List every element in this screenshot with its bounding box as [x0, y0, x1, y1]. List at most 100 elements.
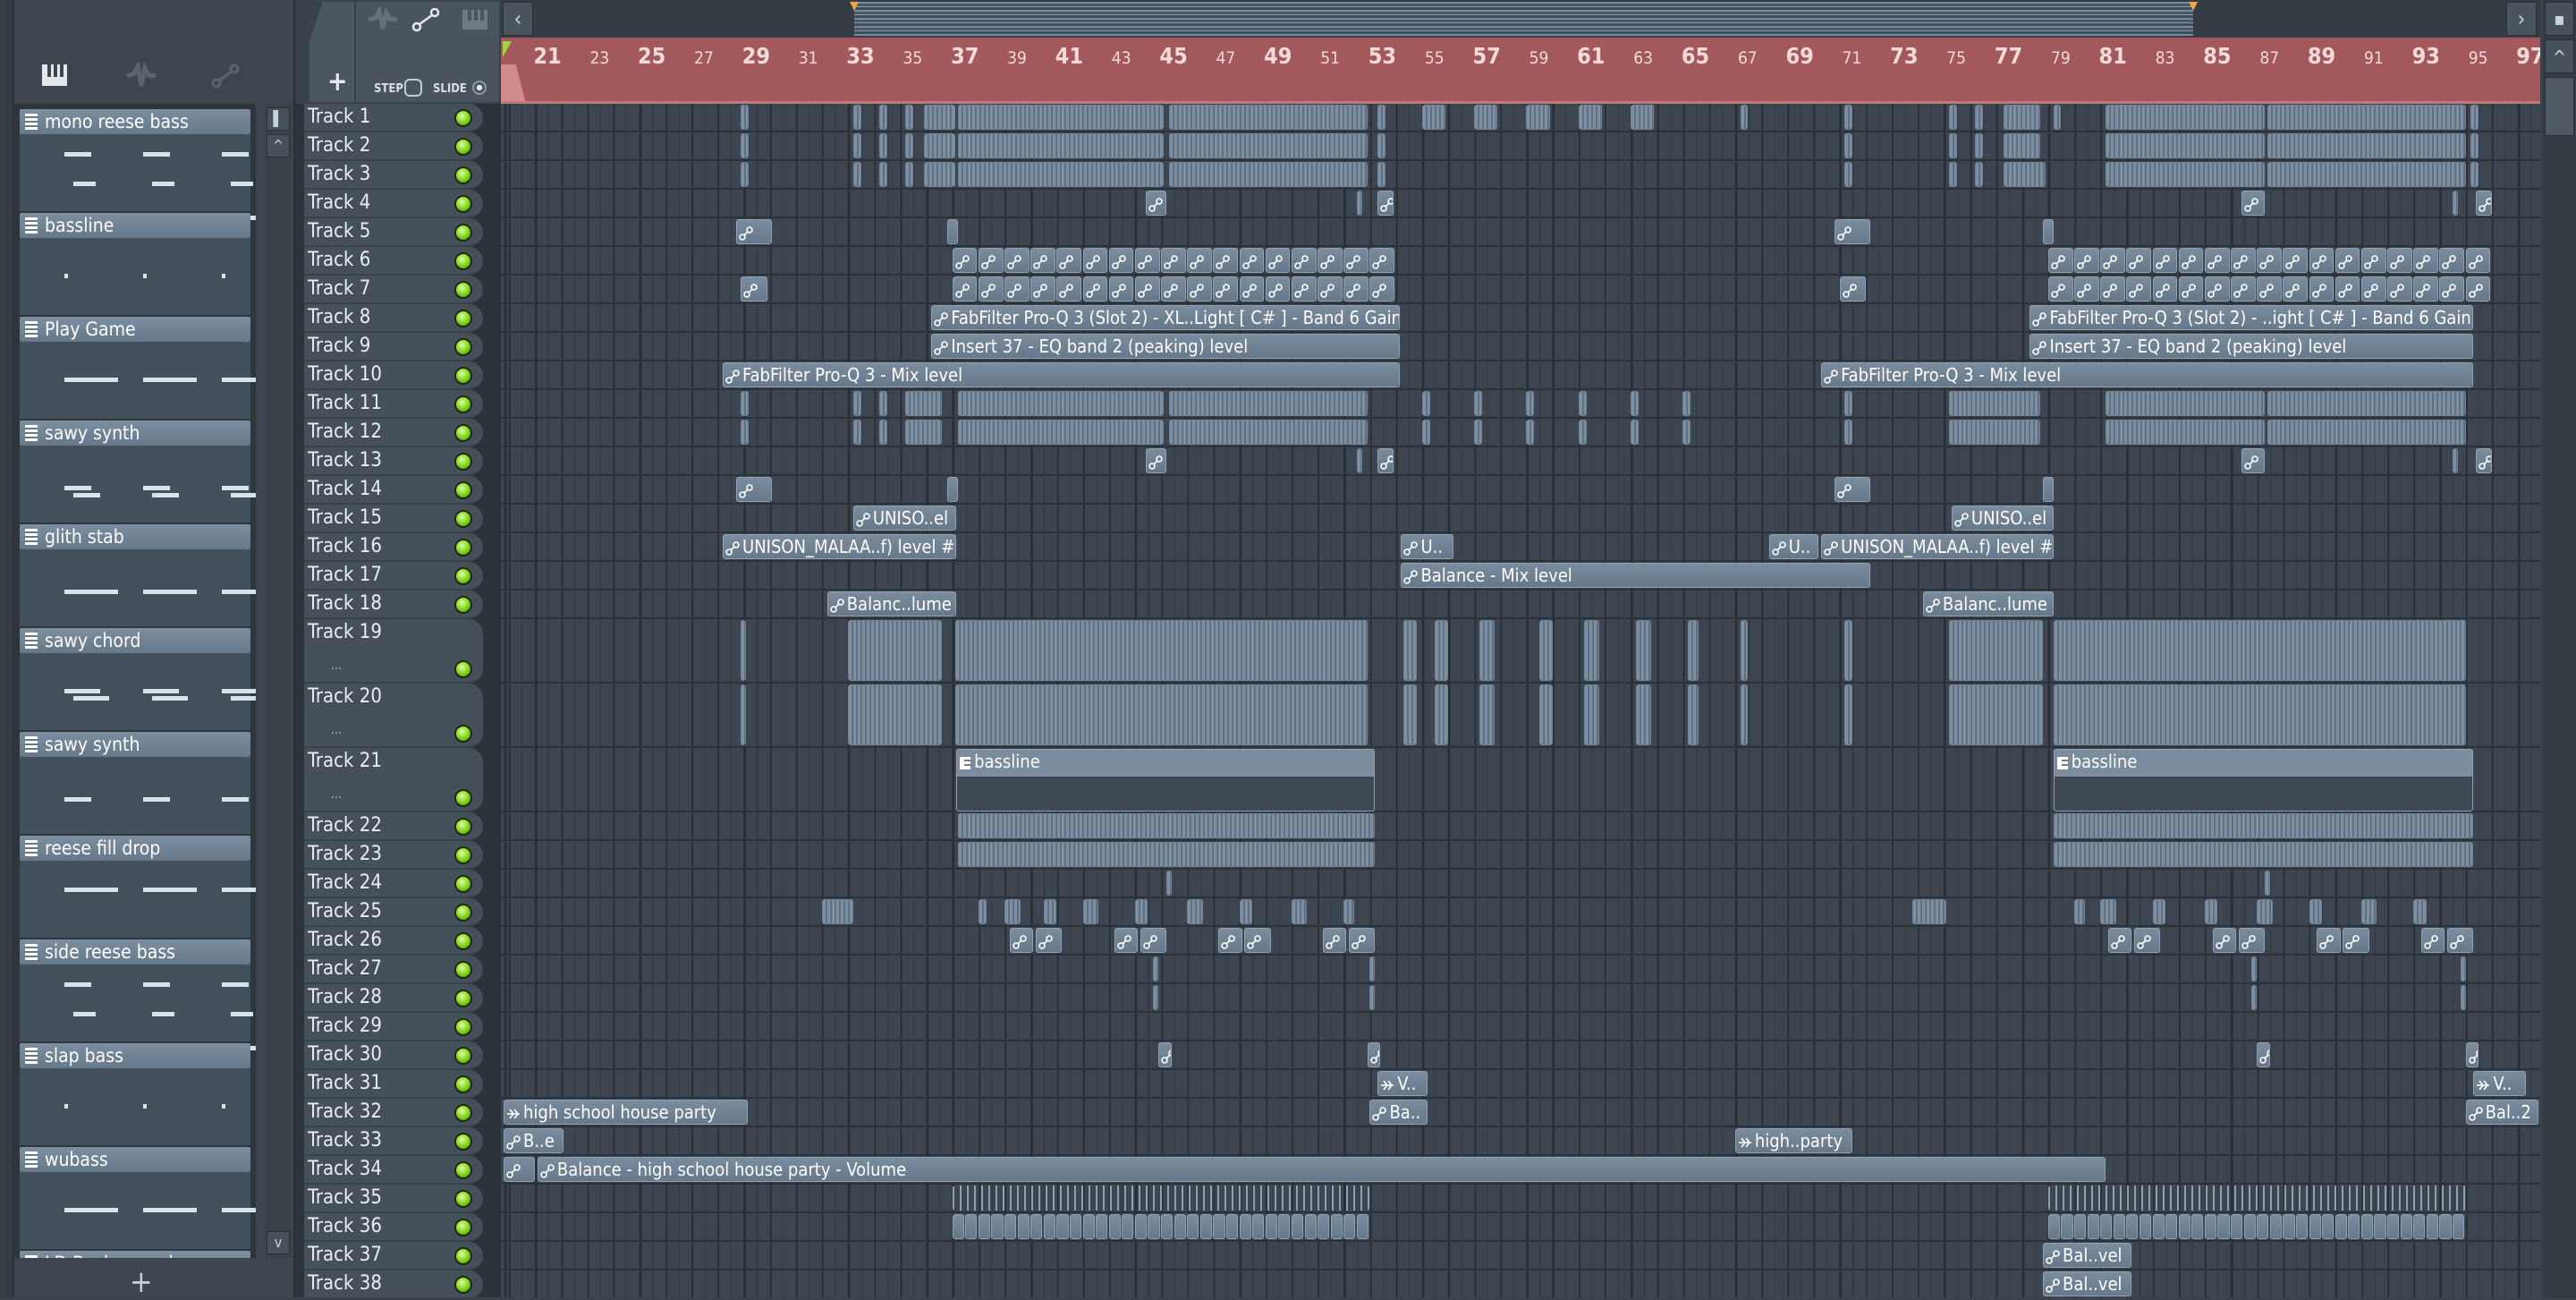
automation-clip[interactable]	[735, 219, 773, 244]
track-mute-led[interactable]	[454, 510, 472, 528]
pattern-clip[interactable]	[954, 684, 1368, 745]
automation-clip[interactable]	[1265, 276, 1291, 302]
track-mute-led[interactable]	[454, 252, 472, 270]
automation-clip[interactable]	[1244, 928, 1271, 953]
automation-clip[interactable]: B..e	[503, 1128, 564, 1153]
automation-clip[interactable]	[2447, 928, 2474, 953]
automation-clip[interactable]	[1322, 928, 1347, 953]
pattern-clip[interactable]	[2106, 391, 2265, 416]
automation-clip[interactable]	[2134, 928, 2161, 953]
track-name[interactable]: Track 27	[308, 957, 382, 980]
pattern-clip[interactable]	[1168, 105, 1368, 130]
automation-clip[interactable]	[2400, 1214, 2412, 1239]
automation-clip[interactable]	[2309, 1214, 2321, 1239]
automation-clip[interactable]	[2465, 1042, 2479, 1067]
automation-clip[interactable]	[1056, 248, 1082, 273]
pattern-clip[interactable]	[1526, 105, 1550, 130]
pattern-clip[interactable]	[741, 133, 750, 158]
automation-clip[interactable]	[2100, 1214, 2113, 1239]
pattern-clip[interactable]	[2470, 162, 2479, 187]
pattern-clip[interactable]	[1975, 162, 1983, 187]
pattern-clip[interactable]	[1844, 391, 1853, 416]
automation-clip[interactable]	[1134, 248, 1160, 273]
automation-clip[interactable]	[952, 248, 978, 273]
automation-clip[interactable]	[1369, 276, 1395, 302]
pattern-clip[interactable]	[1479, 620, 1496, 681]
pattern-clip[interactable]	[1975, 105, 1983, 130]
pattern-clip[interactable]	[1949, 133, 1957, 158]
automation-clip[interactable]: Bal..2	[2465, 1100, 2539, 1125]
pattern-clip[interactable]	[2053, 684, 2466, 745]
track-mute-led[interactable]	[454, 961, 472, 979]
pattern-clip[interactable]	[957, 842, 1376, 867]
pattern-header[interactable]: reese fill drop	[20, 836, 250, 861]
track-name[interactable]: Track 2	[308, 134, 370, 157]
pattern-clip[interactable]	[923, 133, 955, 158]
automation-clip[interactable]	[2178, 1214, 2190, 1239]
automation-clip[interactable]	[1291, 276, 1317, 302]
automation-clip[interactable]	[1158, 1042, 1172, 1067]
pattern-clip[interactable]	[741, 162, 750, 187]
automation-clip[interactable]	[2420, 928, 2445, 953]
automation-clip[interactable]	[2283, 276, 2309, 302]
pattern-clip[interactable]	[741, 684, 747, 745]
track-name[interactable]: Track 11	[308, 392, 382, 414]
pattern-clip[interactable]	[957, 133, 1164, 158]
track-mute-led[interactable]	[454, 1047, 472, 1065]
automation-clip[interactable]	[1056, 1214, 1069, 1239]
automation-clip[interactable]	[1343, 248, 1368, 273]
pattern-clip[interactable]	[1153, 985, 1159, 1010]
automation-clip[interactable]: Bal..vel	[2043, 1271, 2132, 1296]
pattern-clip[interactable]	[1134, 899, 1148, 924]
pattern-clip[interactable]	[1168, 391, 1368, 416]
track-mute-led[interactable]	[454, 453, 472, 471]
automation-clip[interactable]	[1304, 1214, 1317, 1239]
track-header[interactable]: Track 38	[304, 1270, 483, 1297]
pattern-clip[interactable]	[1740, 620, 1749, 681]
track-name[interactable]: Track 9	[308, 335, 370, 357]
track-header[interactable]: Track 35	[304, 1185, 483, 1213]
automation-clip[interactable]	[2465, 276, 2491, 302]
track-mute-led[interactable]	[454, 1219, 472, 1236]
track-header[interactable]: Track 15	[304, 505, 483, 533]
automation-clip[interactable]	[2476, 191, 2492, 216]
pattern-clip[interactable]	[1435, 620, 1448, 681]
automation-clip[interactable]	[1148, 1214, 1160, 1239]
automation-clip[interactable]	[2074, 276, 2099, 302]
track-mute-led[interactable]	[454, 1075, 472, 1093]
automation-clip[interactable]	[1218, 928, 1242, 953]
automation-clip[interactable]	[741, 276, 767, 302]
pattern-clip[interactable]	[2204, 899, 2218, 924]
playlist-grid[interactable]: FabFilter Pro-Q 3 (Slot 2) - XL..Light […	[501, 104, 2540, 1297]
track-header[interactable]: Track 23	[304, 841, 483, 870]
pattern-header[interactable]: LD Background	[20, 1251, 250, 1258]
automation-clip[interactable]	[2074, 1214, 2087, 1239]
pattern-clip[interactable]	[1949, 620, 2043, 681]
automation-clip[interactable]: FabFilter Pro-Q 3 (Slot 2) - ..ight [ C#…	[2029, 305, 2474, 330]
automation-clip[interactable]	[1343, 276, 1368, 302]
automation-clip[interactable]	[1252, 1214, 1265, 1239]
track-name[interactable]: Track 30	[308, 1043, 382, 1066]
bar-number[interactable]: 31	[799, 48, 818, 68]
pattern-clip[interactable]	[1949, 105, 1957, 130]
automation-clip[interactable]	[1343, 1214, 1356, 1239]
pattern-clip[interactable]	[1688, 684, 1699, 745]
bar-number[interactable]: 67	[1738, 48, 1758, 68]
scroll-up-button[interactable]: ^	[267, 134, 290, 157]
track-name[interactable]: Track 37	[308, 1244, 382, 1266]
automation-clip[interactable]: Balance - Mix level	[1401, 563, 1871, 588]
pattern-clip[interactable]	[879, 105, 887, 130]
pattern-clip[interactable]	[741, 391, 750, 416]
scroll-right-button[interactable]: ›	[2506, 2, 2537, 36]
track-name[interactable]: Track 28	[308, 986, 382, 1008]
automation-clip[interactable]: FabFilter Pro-Q 3 - Mix level	[1821, 362, 2474, 387]
pattern-header[interactable]: glith stab	[20, 524, 250, 549]
track-name[interactable]: Track 35	[308, 1186, 382, 1209]
pattern-clip[interactable]	[2267, 105, 2466, 130]
bar-number[interactable]: 53	[1368, 43, 1396, 69]
track-name[interactable]: Track 32	[308, 1100, 382, 1123]
automation-clip[interactable]	[2231, 1214, 2243, 1239]
track-header[interactable]: Track 33	[304, 1127, 483, 1156]
bar-number[interactable]: 35	[903, 48, 923, 68]
pattern-clip[interactable]	[879, 133, 887, 158]
